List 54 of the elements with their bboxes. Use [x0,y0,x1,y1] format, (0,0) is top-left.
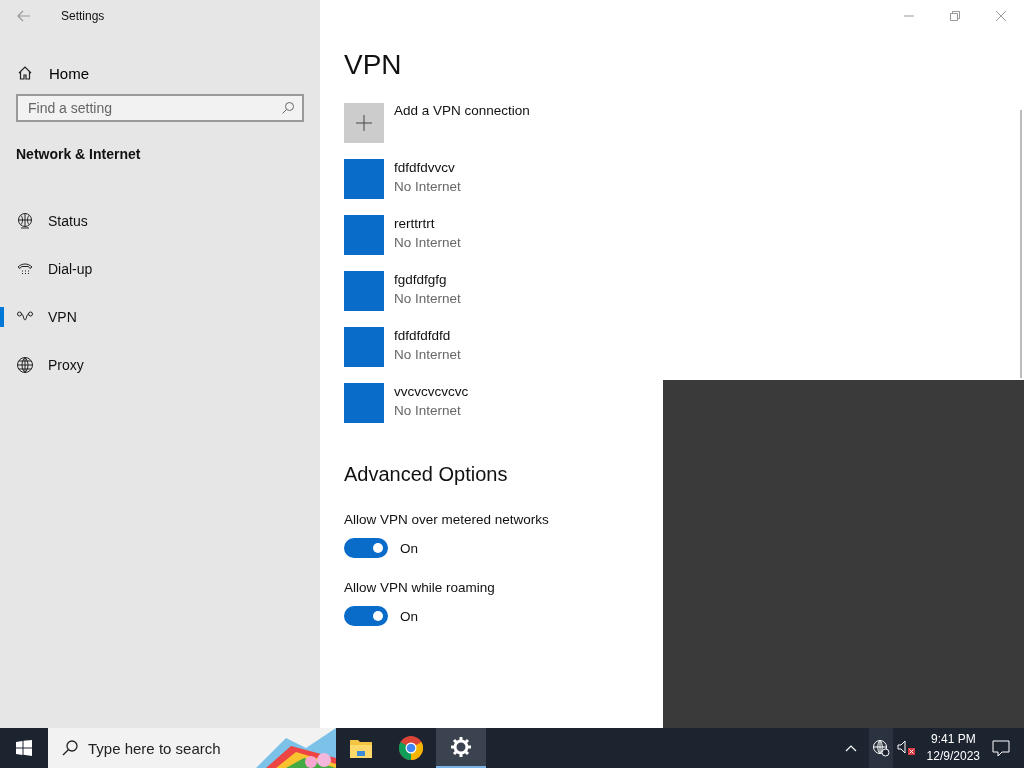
globe-icon [16,356,34,374]
sidebar-item[interactable]: Proxy [0,341,320,389]
section-heading: Network & Internet [16,146,141,162]
search-field[interactable]: Find a setting [16,94,304,122]
globe-icon [871,739,890,757]
add-button[interactable] [344,103,384,143]
connection-name: fdfdfdfdfd [394,327,452,345]
plus-icon [356,115,372,131]
connection-name: fgdfdfgfg [394,271,448,289]
close-icon[interactable] [996,11,1006,21]
restore-icon[interactable] [950,11,960,21]
toggle-switch[interactable] [344,606,388,626]
muted-speaker-icon[interactable] [896,739,917,757]
connection-status: No Internet [394,178,461,196]
sidebar-item[interactable]: Status [0,197,320,245]
connection-tile[interactable] [344,327,384,367]
notification-icon[interactable] [992,739,1010,757]
connection-status: No Internet [394,290,461,308]
taskbar-app[interactable] [436,728,486,768]
page-title: VPN [344,49,402,82]
chevron-up-icon[interactable] [844,744,857,752]
network-tray-button[interactable] [868,728,893,768]
section-heading: Advanced Options [344,463,508,486]
connection-name: rerttrtrt [394,215,436,233]
connection-name: fdfdfdvvcv [394,159,456,177]
toggle-state: On [400,540,418,556]
toggle-switch[interactable] [344,538,388,558]
clock[interactable]: 9:41 PM 12/9/2023 [926,731,980,765]
toggle-state: On [400,608,418,624]
scrollbar[interactable] [1020,110,1022,378]
sidebar-item[interactable]: VPN [0,293,320,341]
connection-status: No Internet [394,234,461,252]
search-icon [62,740,78,756]
connection-name: vvcvcvcvcvc [394,383,469,401]
add-connection-label[interactable]: Add a VPN connection [394,102,530,120]
gear-icon [450,736,472,758]
chrome-icon [399,736,423,760]
window-title: Settings [61,9,105,23]
search-icon[interactable] [281,101,295,115]
option-label: Allow VPN over metered networks [344,512,550,527]
connection-tile[interactable] [344,271,384,311]
connection-tile[interactable] [344,383,384,423]
home-icon [17,65,33,81]
connection-status: No Internet [394,402,462,420]
folder-icon [350,738,372,758]
connection-tile[interactable] [344,215,384,255]
connection-status: No Internet [394,346,461,364]
back-icon[interactable] [17,10,31,22]
windows-icon [16,740,32,756]
connection-tile[interactable] [344,159,384,199]
home-item[interactable]: Home [17,57,89,89]
globe-monitor-icon [16,212,34,230]
sidebar-item[interactable]: Dial-up [0,245,320,293]
option-label: Allow VPN while roaming [344,580,496,595]
